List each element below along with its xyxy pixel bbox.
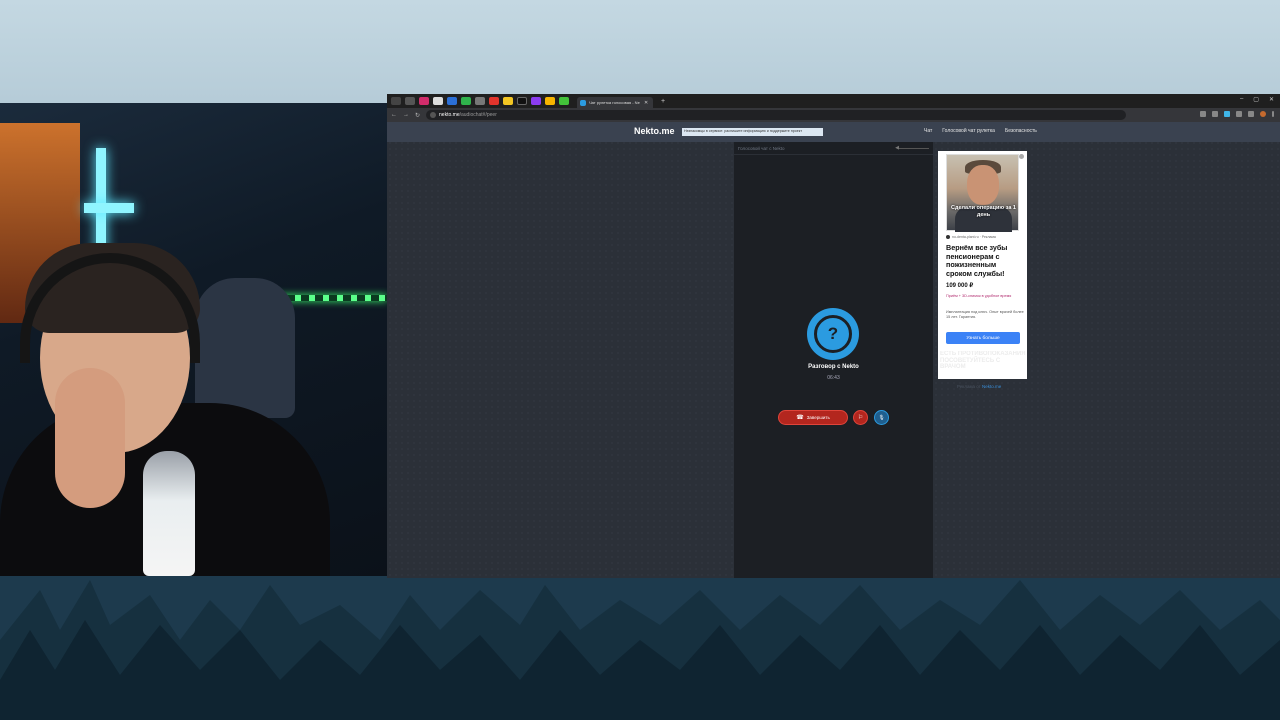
menu-kebab-icon[interactable] (1272, 111, 1274, 117)
site-info-icon[interactable] (430, 112, 437, 118)
nekto-favicon-icon (580, 99, 586, 106)
url-path: /audiochat#/peer (459, 112, 497, 118)
tab-favicon[interactable] (559, 97, 569, 105)
extension-icon[interactable] (1248, 111, 1254, 117)
bookmark-star-icon[interactable] (1212, 111, 1218, 117)
site-header: Nekto.me Незнакомцы в сервисе: распишите… (387, 122, 1280, 142)
voice-chat-panel: Голосовой чат с Nekto ◀ ? Разговор с Nek… (734, 142, 933, 578)
extension-icon[interactable] (1224, 111, 1230, 117)
ad-price: 109 000 ₽ (946, 283, 974, 289)
nav-item-voice-chat[interactable]: Голосовой чат рулетка (942, 128, 995, 134)
shield-icon: ⚐ (857, 415, 864, 421)
url-domain: nekto.me (439, 112, 460, 118)
close-tab-icon[interactable]: ✕ (644, 100, 648, 106)
site-notice[interactable]: Незнакомцы в сервисе: распишите информац… (682, 128, 823, 136)
tab-strip: Чат рулетка голосовая - Ne ✕ + – ▢ ✕ (387, 94, 1280, 108)
ad-info-icon[interactable] (1019, 154, 1024, 159)
call-timer: 06:43 (827, 375, 840, 381)
forward-icon[interactable]: → (403, 112, 409, 118)
tab-favicon[interactable] (531, 97, 541, 105)
webcam-overlay (0, 103, 387, 576)
nav-item-chat[interactable]: Чат (924, 128, 932, 134)
tab-favicon[interactable] (419, 97, 429, 105)
end-call-label: Завершить (806, 415, 830, 420)
reload-icon[interactable]: ↻ (415, 112, 420, 119)
nekto-page: Nekto.me Незнакомцы в сервисе: распишите… (387, 122, 1280, 578)
ad-source: no-denta-plant.ru · Реклама (946, 235, 996, 239)
back-icon[interactable]: ← (391, 112, 397, 118)
peer-avatar: ? (807, 308, 859, 360)
site-nav: Чат Голосовой чат рулетка Безопасность (924, 128, 1037, 134)
ad-image-caption: Сделали операцию за 1 день (951, 205, 1016, 218)
phone-hangup-icon: ☎ (796, 415, 804, 421)
tab-favicon[interactable] (475, 97, 485, 105)
new-tab-button[interactable]: + (661, 98, 665, 105)
window-controls: – ▢ ✕ (1240, 96, 1274, 103)
tab-title: Чат рулетка голосовая - Ne (589, 100, 640, 105)
ad-banner[interactable]: Сделали операцию за 1 день no-denta-plan… (938, 151, 1027, 379)
minimize-button[interactable]: – (1240, 96, 1243, 103)
ad-disclaimer: ЕСТЬ ПРОТИВОПОКАЗАНИЯ ПОСОВЕТУЙТЕСЬ С ВР… (940, 351, 1026, 371)
tab-active[interactable]: Чат рулетка голосовая - Ne ✕ (577, 97, 653, 108)
tab-favicon[interactable] (433, 97, 443, 105)
ad-footer-link[interactable]: Nekto.me (982, 384, 1001, 389)
browser-window: Чат рулетка голосовая - Ne ✕ + – ▢ ✕ ← →… (387, 94, 1280, 578)
ad-footer-prefix: Реклама от (957, 384, 981, 389)
extension-icon[interactable] (1200, 111, 1206, 117)
chat-header: Голосовой чат с Nekto ◀ (734, 142, 933, 155)
forest-background (0, 570, 1280, 720)
volume-slider[interactable] (899, 148, 929, 149)
tab-favicon[interactable] (391, 97, 401, 105)
ad-title: Вернём все зубы пенсионерам с пожизненны… (946, 243, 1008, 278)
webcam-hand (55, 368, 125, 508)
webcam-chair (195, 278, 295, 418)
ad-cta-button[interactable]: Узнать больше (946, 332, 1020, 344)
chat-header-title: Голосовой чат с Nekto (738, 145, 785, 151)
tab-favicon[interactable] (503, 97, 513, 105)
call-title: Разговор с Nekto (808, 364, 859, 370)
webcam-neon-cross-bar (84, 203, 134, 213)
tab-favicon[interactable] (545, 97, 555, 105)
ad-image: Сделали операцию за 1 день (946, 154, 1019, 232)
profile-avatar[interactable] (1260, 111, 1266, 117)
browser-toolbar: ← → ↻ nekto.me /audiochat#/peer (387, 108, 1280, 122)
tab-favicon[interactable] (489, 97, 499, 105)
ad-source-text: no-denta-plant.ru · Реклама (952, 235, 996, 239)
ad-promo: Приём + 3D-снимок в удобное время (946, 294, 1012, 298)
maximize-button[interactable]: ▢ (1253, 96, 1259, 103)
microphone-icon: 🎙 (878, 414, 885, 421)
ad-footer: Реклама от Nekto.me (957, 384, 1001, 389)
tab-favicon[interactable] (517, 97, 527, 105)
tab-favicon[interactable] (405, 97, 415, 105)
mic-button[interactable]: 🎙 (874, 410, 889, 425)
report-button[interactable]: ⚐ (853, 410, 868, 425)
address-bar[interactable]: nekto.me /audiochat#/peer (426, 110, 1127, 120)
nav-item-safety[interactable]: Безопасность (1005, 128, 1037, 134)
toolbar-extensions (1200, 111, 1274, 117)
site-logo[interactable]: Nekto.me (634, 126, 675, 136)
webcam-microphone (143, 451, 195, 576)
ad-person-face (967, 165, 999, 205)
close-window-button[interactable]: ✕ (1269, 96, 1274, 103)
extension-icon[interactable] (1236, 111, 1242, 117)
ad-source-icon (946, 235, 950, 239)
ad-description: Имплантация под ключ. Опыт врачей более … (946, 310, 1024, 319)
end-call-button[interactable]: ☎ Завершить (778, 410, 848, 425)
tab-favicon[interactable] (447, 97, 457, 105)
tab-favicon[interactable] (461, 97, 471, 105)
question-mark-icon: ? (814, 315, 852, 353)
